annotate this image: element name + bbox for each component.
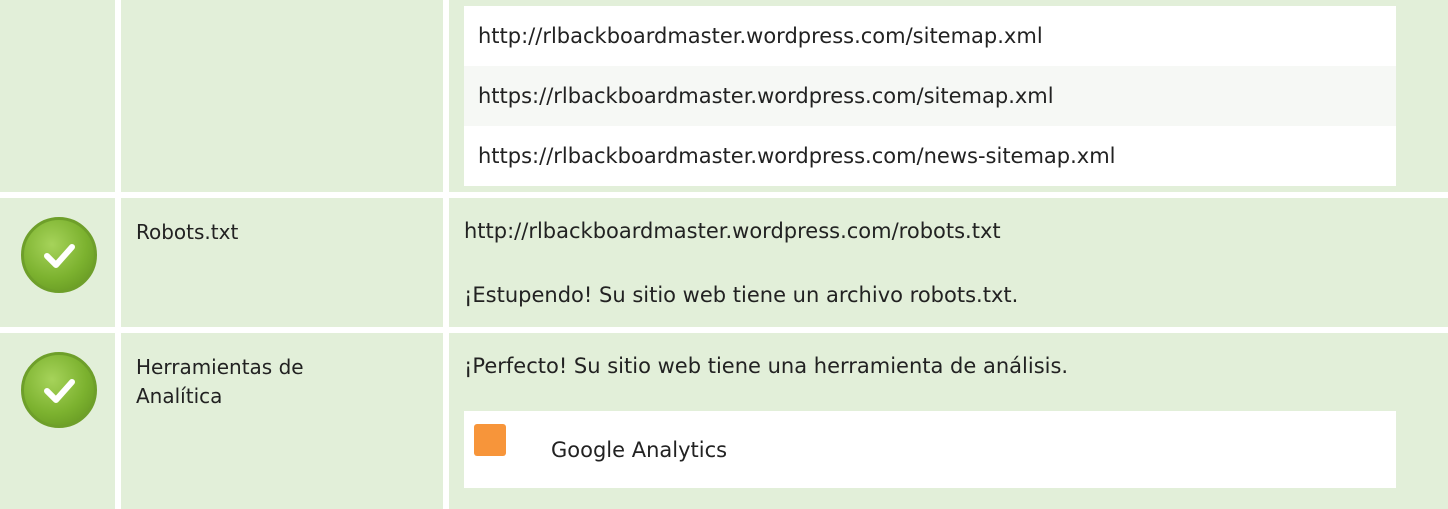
analytics-message: ¡Perfecto! Su sitio web tiene una herram…: [464, 354, 1069, 378]
sitemap-icon-cell: [0, 0, 115, 192]
analytics-tool-item: Google Analytics: [464, 411, 1396, 488]
robots-content-cell: http://rlbackboardmaster.wordpress.com/r…: [449, 198, 1448, 327]
robots-status-cell: [0, 198, 115, 327]
sitemap-label-cell: [121, 0, 443, 192]
analytics-label: Herramientas de Analítica: [121, 333, 443, 509]
robots-url[interactable]: http://rlbackboardmaster.wordpress.com/r…: [464, 198, 1448, 246]
robots-label: Robots.txt: [121, 198, 443, 327]
robots-row: Robots.txt http://rlbackboardmaster.word…: [0, 198, 1448, 327]
google-analytics-icon: [474, 423, 506, 456]
analytics-tool-name: Google Analytics: [551, 437, 728, 462]
check-icon: [21, 352, 97, 428]
sitemap-row: http://rlbackboardmaster.wordpress.com/s…: [0, 0, 1448, 192]
robots-message: ¡Estupendo! Su sitio web tiene un archiv…: [464, 283, 1019, 307]
analytics-status-cell: [0, 333, 115, 509]
check-icon: [21, 217, 97, 293]
sitemap-link[interactable]: https://rlbackboardmaster.wordpress.com/…: [464, 126, 1396, 186]
analytics-label-line2: Analítica: [136, 384, 223, 408]
analytics-label-line1: Herramientas de: [136, 355, 304, 379]
sitemap-link[interactable]: http://rlbackboardmaster.wordpress.com/s…: [464, 6, 1396, 66]
analytics-row: Herramientas de Analítica ¡Perfecto! Su …: [0, 333, 1448, 509]
analytics-content-cell: ¡Perfecto! Su sitio web tiene una herram…: [449, 333, 1448, 509]
sitemap-content-cell: http://rlbackboardmaster.wordpress.com/s…: [449, 0, 1448, 192]
sitemap-link[interactable]: https://rlbackboardmaster.wordpress.com/…: [464, 66, 1396, 126]
